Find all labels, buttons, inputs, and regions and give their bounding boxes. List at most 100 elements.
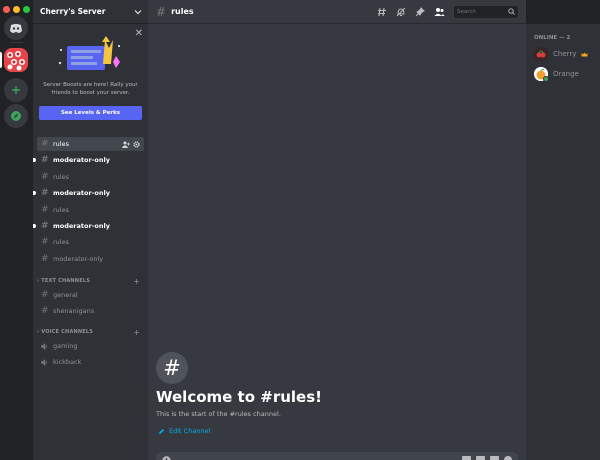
channel-label: moderator-only — [53, 254, 104, 263]
hash-icon: # — [41, 139, 49, 149]
channel-moderator-only[interactable]: # moderator-only — [33, 186, 144, 200]
server-header[interactable]: Cherry's Server — [33, 0, 148, 24]
header-toolbar: Search — [377, 5, 518, 18]
sticker-icon[interactable] — [490, 456, 499, 460]
edit-channel-label: Edit Channel — [169, 427, 211, 435]
cherry-server-icon — [4, 48, 28, 72]
speaker-icon — [41, 358, 48, 366]
category-voice-channels[interactable]: › VOICE CHANNELS + — [37, 327, 144, 337]
add-channel-icon[interactable]: + — [133, 328, 140, 337]
compass-icon — [11, 111, 21, 121]
category-label: VOICE CHANNELS — [41, 329, 94, 335]
minimize-window-button[interactable] — [13, 6, 20, 13]
channel-moderator-only[interactable]: # moderator-only — [33, 153, 144, 167]
channel-label: moderator-only — [53, 156, 110, 165]
channel-general[interactable]: # general — [37, 288, 144, 302]
channel-hash-icon: # — [156, 352, 188, 384]
gift-icon[interactable] — [462, 456, 471, 460]
gif-icon[interactable] — [476, 456, 485, 460]
server-rail — [0, 0, 33, 460]
welcome-subtitle: This is the start of the #rules channel. — [156, 410, 281, 418]
search-input[interactable]: Search — [454, 5, 518, 18]
hash-icon: # — [41, 253, 49, 264]
maximize-window-button[interactable] — [23, 6, 30, 13]
chat-header: # rules Search — [148, 0, 526, 24]
message-composer[interactable] — [156, 452, 518, 460]
window-controls — [3, 6, 30, 13]
avatar — [534, 67, 549, 82]
channel-rules[interactable]: # rules — [37, 137, 144, 151]
channel-rules[interactable]: # rules — [37, 170, 144, 184]
member-list-icon[interactable] — [434, 7, 445, 17]
emoji-icon[interactable] — [504, 456, 512, 460]
channel-rules[interactable]: # rules — [37, 203, 144, 217]
hash-icon: # — [41, 171, 49, 182]
unread-indicator — [33, 158, 36, 163]
close-window-button[interactable] — [3, 6, 10, 13]
search-icon — [508, 8, 515, 15]
avatar — [534, 47, 548, 61]
channel-label: rules — [53, 140, 69, 148]
channel-moderator-only[interactable]: # moderator-only — [33, 219, 144, 233]
welcome-title: Welcome to #rules! — [156, 388, 322, 406]
category-label: TEXT CHANNELS — [41, 278, 90, 284]
server-name: Cherry's Server — [40, 7, 106, 16]
close-icon[interactable]: ✕ — [135, 29, 143, 39]
channel-label: rules — [53, 172, 69, 181]
add-attachment-icon[interactable] — [162, 456, 171, 460]
online-status-icon — [543, 76, 549, 82]
channel-label: kickback — [53, 358, 82, 366]
invite-icon[interactable] — [122, 141, 130, 148]
voice-channel-kickback[interactable]: kickback — [37, 355, 144, 369]
home-button[interactable] — [4, 16, 28, 40]
channel-label: moderator-only — [53, 222, 110, 230]
channel-moderator-only[interactable]: # moderator-only — [37, 252, 144, 266]
channel-label: gaming — [53, 342, 78, 350]
hash-icon: # — [41, 290, 49, 300]
threads-icon[interactable] — [377, 7, 387, 17]
channel-label: shenanigans — [53, 307, 95, 315]
mute-notifications-icon[interactable] — [396, 7, 406, 17]
channel-tools — [122, 140, 140, 148]
pencil-icon — [159, 428, 164, 434]
edit-channel-link[interactable]: Edit Channel — [158, 427, 210, 435]
category-text-channels[interactable]: › TEXT CHANNELS + — [37, 276, 144, 286]
channel-title: rules — [171, 7, 194, 16]
cherry-avatar-icon — [534, 47, 548, 61]
member-item-cherry[interactable]: Cherry — [534, 47, 588, 61]
plus-icon — [12, 86, 20, 94]
gear-icon[interactable] — [133, 140, 140, 148]
see-levels-perks-button[interactable]: See Levels & Perks — [39, 106, 142, 120]
member-item-orange[interactable]: Orange — [534, 67, 579, 82]
server-cherry[interactable] — [4, 48, 28, 72]
voice-channel-gaming[interactable]: gaming — [37, 339, 144, 353]
chevron-down-icon[interactable] — [134, 9, 142, 15]
channel-label: rules — [53, 205, 69, 214]
boost-description: Server Boosts are here! Rally your frien… — [43, 82, 138, 96]
member-list: ONLINE — 2 Cherry Orange — [526, 24, 600, 460]
hash-icon: # — [41, 221, 49, 231]
discord-logo-icon — [10, 23, 22, 33]
pin-icon[interactable] — [415, 6, 425, 17]
hash-icon: # — [41, 188, 49, 199]
server-boost-banner: ✕ Server Boosts are here! Rally your fri… — [33, 26, 148, 126]
channel-label: rules — [53, 238, 69, 247]
hash-icon: # — [41, 306, 49, 316]
crown-icon — [581, 52, 588, 56]
rail-divider — [10, 42, 23, 43]
channel-label: general — [53, 291, 78, 299]
boost-illustration-icon — [58, 36, 120, 70]
members-online-header: ONLINE — 2 — [534, 35, 571, 41]
unread-indicator — [33, 191, 36, 196]
composer-toolbar — [462, 456, 512, 460]
add-channel-icon[interactable]: + — [133, 277, 140, 286]
explore-servers-button[interactable] — [4, 104, 28, 128]
add-server-button[interactable] — [4, 78, 28, 102]
hash-icon: # — [156, 4, 167, 19]
channel-shenanigans[interactable]: # shenanigans — [37, 304, 144, 318]
member-name: Orange — [553, 70, 579, 78]
channel-rules[interactable]: # rules — [37, 235, 144, 249]
speaker-icon — [41, 342, 48, 350]
hash-icon: # — [41, 204, 49, 215]
hash-icon: # — [41, 155, 49, 166]
